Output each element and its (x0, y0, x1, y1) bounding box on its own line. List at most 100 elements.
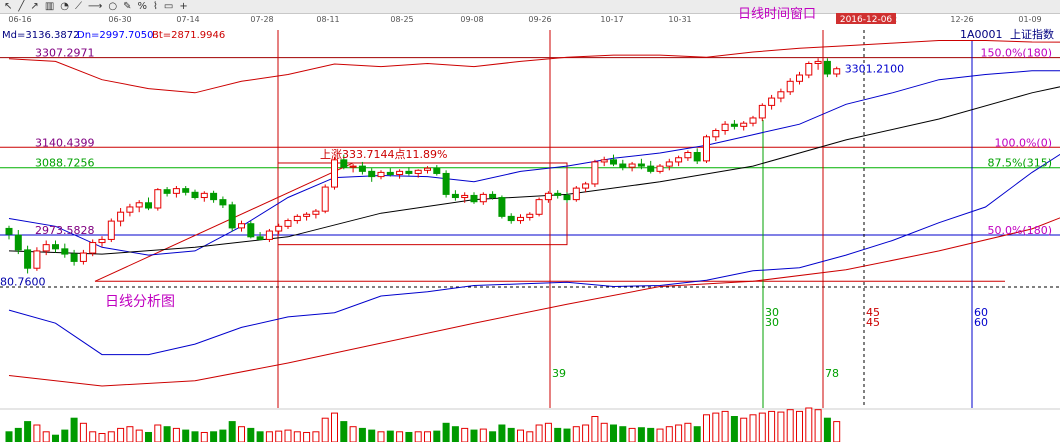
candlestick (703, 134, 710, 163)
candle-body (740, 122, 748, 127)
volume-bar (386, 430, 394, 442)
volume-bar (479, 428, 487, 442)
volume-bar (703, 414, 710, 442)
date-tick-label: 01-09 (1018, 15, 1041, 24)
volume-bar (833, 421, 841, 442)
volume-bar (107, 431, 115, 442)
moving-average-line (8, 86, 1060, 255)
candle-body (135, 202, 143, 208)
volume-bar (61, 429, 69, 442)
cycle-label: 78 (825, 367, 839, 380)
volume-bar (823, 417, 831, 442)
candlestick (377, 170, 385, 180)
candlestick (256, 232, 264, 241)
volume-bar (414, 431, 422, 442)
candle-body (442, 172, 450, 195)
candle-body (284, 220, 292, 227)
candlesticks (5, 58, 841, 274)
volume-bar (135, 429, 143, 442)
volume-bar (52, 434, 59, 442)
volume-bar (340, 421, 348, 442)
candlestick (665, 158, 673, 171)
price-level-label: 3140.4399 (35, 136, 95, 149)
volume-bar (665, 426, 673, 442)
date-tick-label: 07-28 (250, 15, 273, 24)
volume-bar (321, 417, 329, 442)
candle-body (777, 91, 785, 99)
date-tick-label: 10-17 (600, 15, 623, 24)
candle-body (293, 215, 301, 222)
candle-body (331, 159, 338, 188)
candle-body (656, 165, 664, 172)
candle-body (591, 161, 599, 185)
candle-body (117, 211, 125, 222)
candlestick (145, 197, 152, 211)
candle-body (256, 236, 264, 240)
volume-bar (805, 407, 813, 442)
candle-body (517, 216, 524, 222)
candlestick (52, 240, 59, 253)
fib-level-label: 100.0%(0) (994, 136, 1052, 149)
volume-bar (758, 412, 766, 442)
candlestick (451, 190, 459, 201)
candle-body (386, 171, 394, 175)
candlestick (107, 218, 115, 243)
volume-bar (172, 427, 180, 442)
boll-lower-line (8, 153, 1060, 356)
candlestick (368, 168, 376, 182)
volume-bar (470, 429, 478, 442)
candlestick (24, 245, 32, 274)
volume-bar (182, 429, 190, 442)
volume-bar (349, 426, 357, 442)
candle-body (526, 213, 534, 218)
candle-body (172, 188, 180, 194)
candle-body (451, 193, 459, 199)
volume-bar (442, 422, 450, 442)
candlestick (5, 225, 13, 240)
price-level-label: 3307.2971 (35, 47, 95, 60)
fib-level-label: 150.0%(180) (980, 47, 1052, 60)
candle-body (461, 194, 469, 199)
candlestick (730, 120, 738, 130)
candlestick (293, 214, 301, 224)
candlestick (303, 212, 311, 221)
candlestick (117, 208, 125, 227)
candle-body (358, 165, 366, 172)
candlestick (14, 229, 22, 255)
fib-level-label: 87.5%(315) (987, 157, 1052, 170)
candlestick (507, 213, 515, 224)
candle-body (833, 68, 841, 75)
candlestick (98, 236, 106, 247)
candlestick (628, 161, 636, 172)
volume-bar (619, 426, 627, 442)
price-level-label: 3088.7256 (35, 157, 95, 170)
candle-body (312, 210, 320, 215)
candle-body (749, 117, 757, 124)
date-tick-label: 12-26 (950, 15, 973, 24)
cycle-label: 30 (765, 316, 779, 329)
candle-body (163, 189, 171, 194)
candle-body (544, 192, 552, 201)
candle-body (619, 163, 627, 168)
candle-body (98, 238, 106, 244)
candle-body (796, 74, 803, 82)
candle-body (693, 152, 701, 162)
volume-bar (405, 431, 413, 442)
fib-level-label: 50.0%(180) (987, 224, 1052, 237)
candle-body (107, 220, 115, 240)
candlestick (758, 103, 766, 122)
candlestick (182, 186, 190, 196)
candle-body (805, 63, 813, 76)
candle-body (414, 169, 422, 174)
candle-body (79, 252, 87, 262)
horizontal-levels (0, 57, 1060, 288)
md-label: Md=3136.3872 (2, 30, 79, 41)
candlestick (619, 159, 627, 171)
candlestick (805, 61, 813, 79)
candle-body (303, 213, 311, 217)
bt-label: Bt=2871.9946 (152, 30, 225, 41)
candle-body (405, 170, 413, 174)
volume-bar (293, 431, 301, 442)
candle-body (703, 136, 710, 162)
candle-body (572, 187, 580, 201)
